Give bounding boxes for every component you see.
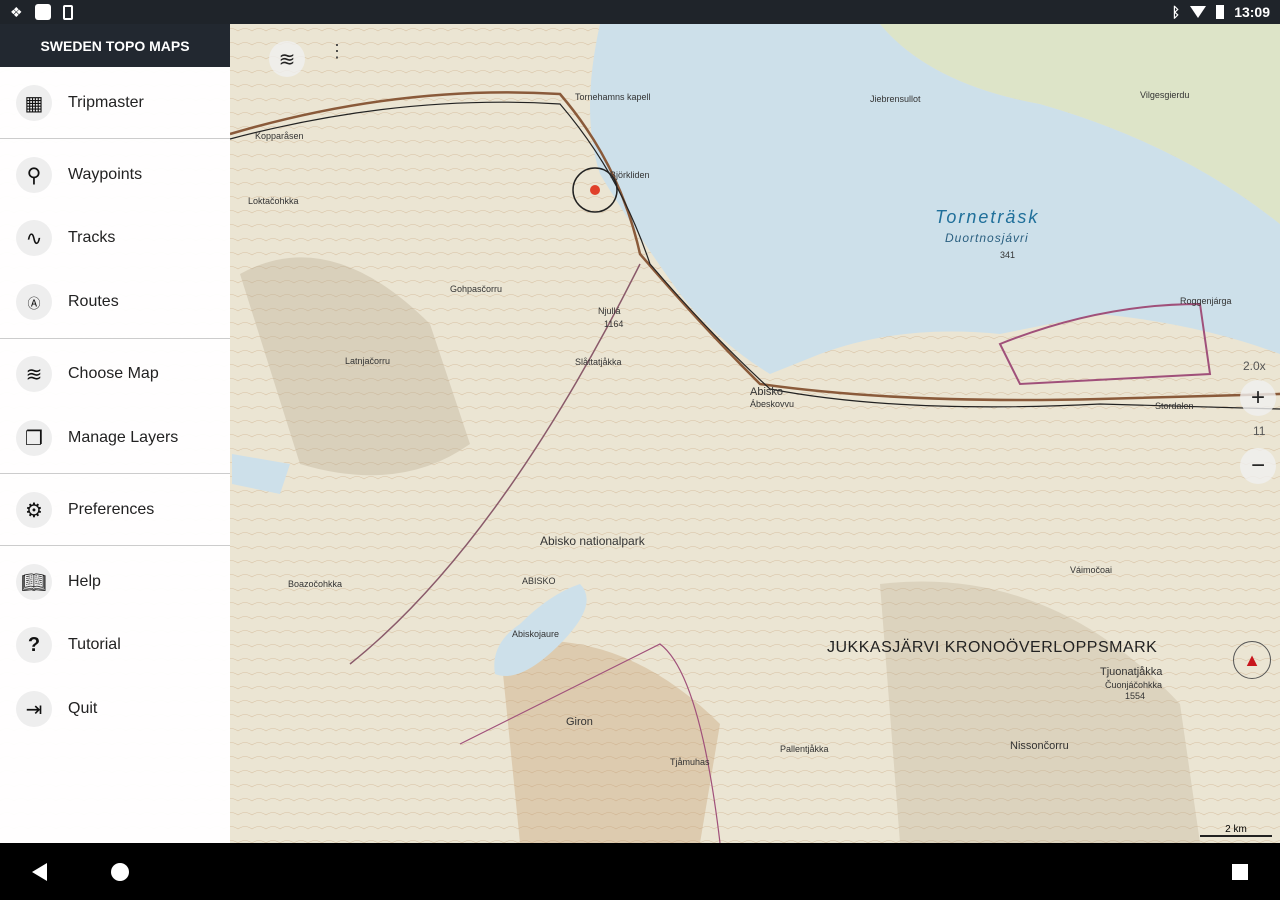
back-button[interactable] (32, 863, 47, 881)
map-label: Njullá (598, 306, 621, 316)
compass-needle-icon: ▲ (1243, 649, 1261, 670)
menu-label: Preferences (68, 501, 155, 518)
menu-item-quit[interactable]: ⇥ Quit (0, 684, 230, 734)
map-label: Stordalen (1155, 401, 1194, 411)
map-label: Giron (566, 716, 593, 728)
map-label: Čuonjáčohkka (1105, 680, 1163, 690)
map-label: Loktačohkka (248, 196, 299, 206)
map-label: Nissončorru (1010, 740, 1069, 752)
menu-item-preferences[interactable]: ⚙ Preferences (0, 485, 230, 535)
wifi-icon (1190, 6, 1207, 18)
map-label: Tjuonatjåkka (1100, 666, 1163, 678)
menu-label: Tutorial (68, 636, 121, 653)
download-icon (62, 4, 73, 20)
route-icon: Ⓐ (16, 284, 52, 320)
divider (0, 338, 230, 339)
clock: 13:09 (1234, 4, 1270, 20)
menu-item-tracks[interactable]: ∿ Tracks (0, 213, 230, 263)
divider (0, 473, 230, 474)
map-label: Slåttatjåkka (575, 357, 622, 367)
menu-item-choose-map[interactable]: ≋ Choose Map (0, 349, 230, 399)
layers-icon: ≋ (16, 356, 52, 392)
map-label: Kopparåsen (255, 131, 304, 141)
menu-item-manage-layers[interactable]: ❐ Manage Layers (0, 413, 230, 463)
menu-label: Tripmaster (68, 94, 144, 111)
menu-label: Routes (68, 293, 119, 310)
divider (0, 545, 230, 546)
menu-label: Help (68, 573, 101, 590)
compass-button[interactable]: ▲ (1233, 641, 1271, 679)
menu-label: Quit (68, 700, 98, 717)
layers-icon: ≋ (278, 48, 296, 71)
map-label: Tjåmuhas (670, 757, 710, 767)
pin-icon: ⚲ (16, 157, 52, 193)
scale-bar: 2 km (1200, 824, 1272, 837)
map-label: Björkliden (610, 170, 650, 180)
map-label: ABISKO (522, 576, 556, 586)
menu-label: Tracks (68, 229, 116, 246)
map-label: Vilgesgierdu (1140, 90, 1190, 100)
bluetooth-icon: ᛒ (1171, 4, 1181, 20)
grid-icon: ▦ (16, 85, 52, 121)
map-label: Torneträsk (935, 207, 1040, 227)
recents-button[interactable] (1232, 864, 1248, 880)
map-label: Roggenjárga (1180, 296, 1232, 306)
map-label: Latnjačorru (345, 356, 391, 366)
map-label: 1164 (604, 319, 624, 329)
gear-icon: ⚙ (16, 492, 52, 528)
map-label: Abisko (750, 386, 784, 398)
drawer-title: SWEDEN TOPO MAPS (0, 24, 230, 67)
map-label: Ábeskovvu (750, 399, 795, 409)
system-nav-bar (0, 843, 1280, 900)
exit-icon: ⇥ (16, 691, 52, 727)
map-label: Duortnosjávri (945, 231, 1029, 245)
app-icon (34, 4, 51, 20)
menu-item-routes[interactable]: Ⓐ Routes (0, 277, 230, 327)
book-icon: 📖︎ (16, 564, 52, 600)
battery-icon (1216, 5, 1225, 19)
status-bar: ❖ ᛒ 13:09 (0, 0, 1280, 24)
divider (0, 138, 230, 139)
map-label: Gohpasčorru (450, 284, 503, 294)
map-label: Váimočoai (1070, 565, 1113, 575)
menu-label: Waypoints (68, 166, 143, 183)
question-icon: ? (16, 627, 52, 663)
menu-label: Choose Map (68, 365, 159, 382)
map-label: 1554 (1125, 691, 1146, 701)
map-label: Tornehamns kapell (575, 92, 651, 102)
zoom-out-button[interactable]: − (1240, 448, 1276, 484)
map-label: Pallentjåkka (780, 744, 829, 754)
map-label: Boazočohkka (288, 579, 343, 589)
menu-item-help[interactable]: 📖︎ Help (0, 557, 230, 607)
map-label: Jiebrensullot (870, 94, 921, 104)
manage-layers-icon: ❐ (16, 420, 52, 456)
layers-button[interactable]: ≋ (269, 41, 305, 77)
navigation-drawer: SWEDEN TOPO MAPS ▦ Tripmaster ⚲ Waypoints … (0, 24, 230, 843)
home-button[interactable] (111, 863, 129, 881)
menu-item-waypoints[interactable]: ⚲ Waypoints (0, 150, 230, 200)
map-label: 341 (1000, 250, 1016, 260)
map-label: Abisko nationalpark (540, 534, 645, 548)
overflow-menu-button[interactable]: ⋮ (328, 42, 346, 60)
map-label: Abiskojaure (512, 629, 560, 639)
dropbox-icon: ❖ (10, 3, 23, 20)
zoom-factor: 2.0x (1243, 359, 1266, 373)
track-icon: ∿ (16, 220, 52, 256)
menu-label: Manage Layers (68, 429, 179, 446)
map-label: JUKKASJÄRVI KRONOÖVERLOPPSMARK (827, 639, 1158, 656)
menu-item-tutorial[interactable]: ? Tutorial (0, 620, 230, 670)
zoom-in-button[interactable]: + (1240, 380, 1276, 416)
menu-item-tripmaster[interactable]: ▦ Tripmaster (0, 78, 230, 128)
zoom-level: 11 (1253, 424, 1266, 438)
